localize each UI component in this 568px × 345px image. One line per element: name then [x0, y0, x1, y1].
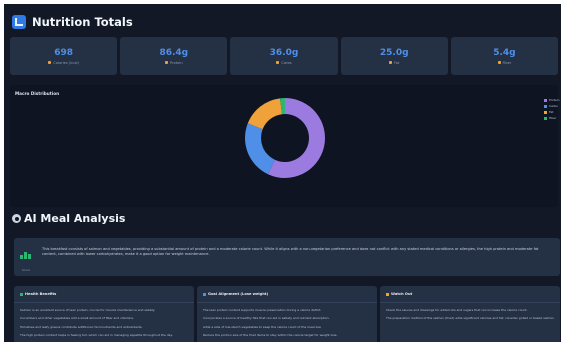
health-benefits-card: Health Benefits Salmon is an excellent s…: [14, 286, 194, 342]
ai-analysis-header: AI Meal Analysis: [12, 212, 125, 225]
list-item: The high protein content helps in feelin…: [20, 333, 173, 338]
analysis-columns: Health Benefits Salmon is an excellent s…: [14, 286, 560, 342]
goal-alignment-card: Goal Alignment (Lose weight) The lean pr…: [197, 286, 377, 342]
heart-icon: [20, 292, 23, 296]
legend-swatch: [544, 104, 547, 108]
list-item: The preparation method of the salmon (fr…: [386, 316, 554, 321]
brain-icon: [12, 214, 21, 223]
flame-icon: [48, 61, 52, 64]
analysis-summary-text: This breakfast consists of salmon and ve…: [42, 247, 539, 257]
legend-swatch: [544, 98, 547, 102]
card-title: Goal Alignment (Lose weight): [208, 292, 269, 296]
total-card-fat: 25.0g Fat: [340, 37, 448, 75]
total-value: 25.0g: [379, 47, 409, 58]
analysis-summary-card: Score This breakfast consists of salmon …: [14, 238, 560, 276]
legend-item-protein[interactable]: Protein: [544, 98, 560, 102]
protein-icon: [165, 61, 168, 64]
total-card-protein: 86.4g Protein: [120, 37, 228, 75]
total-value: 36.0g: [269, 47, 299, 58]
watch-out-card: Watch Out Check the sauces and dressings…: [380, 286, 560, 342]
page-title: Nutrition Totals: [32, 15, 133, 29]
card-title: Watch Out: [391, 292, 413, 296]
summary-label: Score: [22, 268, 30, 272]
legend-item-fat[interactable]: Fat: [544, 110, 560, 114]
macro-distribution-title: Macro Distribution: [15, 91, 60, 96]
total-card-fiber: 5.4g Fiber: [450, 37, 559, 75]
list-item: Reduce the portion size of the fried ite…: [203, 333, 338, 338]
score-icon: [20, 252, 31, 259]
chart-icon: [12, 15, 26, 29]
legend-swatch: [544, 110, 547, 114]
donut-slice-carbs[interactable]: [245, 123, 275, 175]
chart-legend: Protein Carbs Fat Fiber: [544, 98, 560, 120]
legend-item-carbs[interactable]: Carbs: [544, 104, 560, 108]
macro-donut-chart: [245, 98, 325, 178]
card-title: Health Benefits: [25, 292, 57, 296]
app-frame: Nutrition Totals 698 Calories (kcal) 86.…: [4, 4, 561, 342]
nutrition-header: Nutrition Totals: [12, 12, 133, 32]
list-item: Adds a side of low-starch vegetables to …: [203, 324, 322, 329]
total-value: 86.4g: [159, 47, 189, 58]
list-item: Check the sauces and dressings for added…: [386, 308, 528, 312]
nutrition-totals: 698 Calories (kcal) 86.4g Protein 36.0g …: [10, 37, 559, 75]
donut-slice-fat[interactable]: [247, 98, 282, 130]
legend-swatch: [544, 116, 547, 120]
fiber-icon: [497, 61, 501, 64]
total-label: Carbs: [281, 60, 292, 65]
target-icon: [203, 292, 206, 296]
carbs-icon: [276, 61, 280, 64]
total-card-calories: 698 Calories (kcal): [10, 37, 118, 75]
fat-icon: [389, 61, 393, 64]
total-card-carbs: 36.0g Carbs: [230, 37, 338, 75]
list-item: Salmon is an excellent source of lean pr…: [20, 308, 156, 312]
macro-distribution-panel: Macro Distribution Protein Carbs Fat Fib…: [10, 85, 560, 207]
list-item: The lean protein content supports muscle…: [203, 308, 322, 312]
list-item: Incorporates a source of healthy fats th…: [203, 316, 330, 321]
total-value: 698: [54, 47, 73, 58]
total-value: 5.4g: [493, 47, 516, 58]
total-label: Protein: [170, 60, 183, 65]
legend-item-fiber[interactable]: Fiber: [544, 116, 560, 120]
total-label: Calories (kcal): [53, 60, 79, 65]
warning-icon: [386, 292, 389, 296]
list-item: Cucumbers and other vegetables add a sma…: [20, 316, 134, 321]
list-item: Tomatoes and leafy greens contribute add…: [20, 324, 143, 329]
ai-analysis-title: AI Meal Analysis: [24, 212, 126, 225]
total-label: Fiber: [502, 60, 512, 65]
total-label: Fat: [394, 60, 400, 65]
